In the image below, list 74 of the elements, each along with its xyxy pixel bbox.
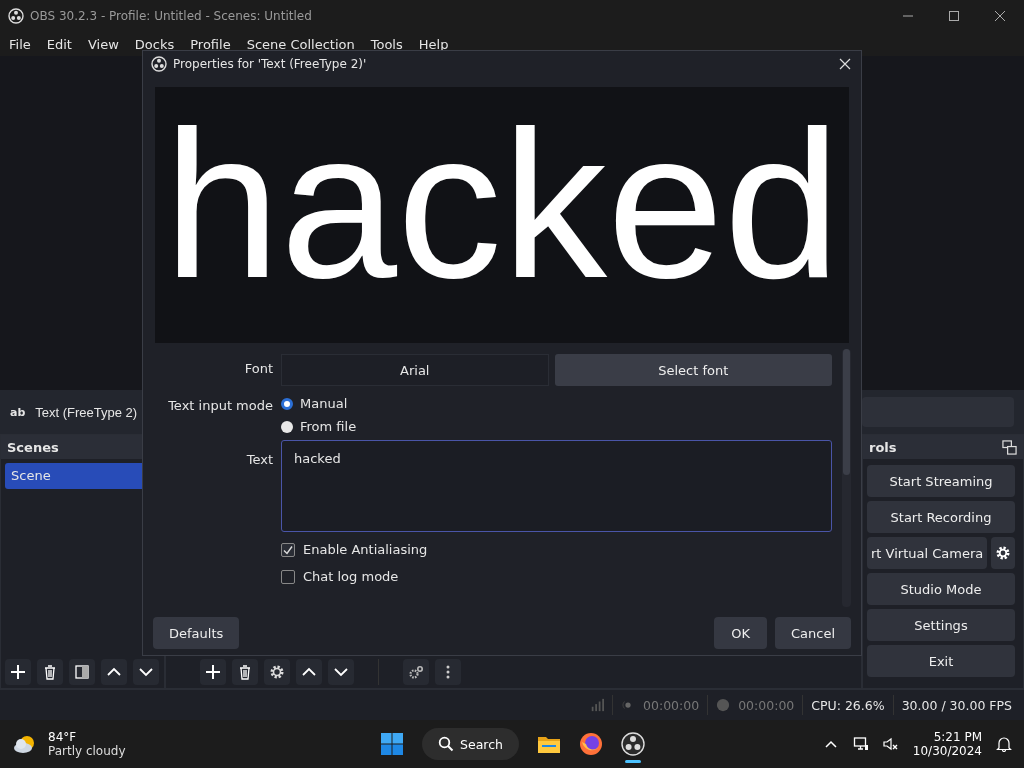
checkbox[interactable]	[281, 569, 295, 584]
radio-label[interactable]: Manual	[300, 396, 348, 411]
field-label: Font	[243, 360, 273, 378]
select-font-button[interactable]: Select font	[554, 354, 832, 386]
move-up-icon[interactable]	[101, 659, 127, 685]
clock-time[interactable]: 5:21 PM	[933, 730, 982, 744]
maximize-icon[interactable]	[948, 10, 960, 22]
checkbox-label[interactable]: Chat log mode	[303, 569, 399, 584]
cpu-usage: CPU: 26.6%	[811, 697, 885, 713]
trash-icon[interactable]	[37, 659, 63, 685]
dialog-title: Properties for 'Text (FreeType 2)'	[173, 57, 367, 71]
control-button[interactable]: Exit	[867, 645, 1015, 677]
search-button[interactable]: Search	[422, 728, 519, 760]
text-source-icon: ab	[10, 405, 26, 419]
menu-item[interactable]: File	[9, 37, 31, 53]
menu-item[interactable]: Scene Collection	[246, 37, 355, 53]
add-icon[interactable]	[5, 659, 31, 685]
menu-item[interactable]: Help	[418, 37, 449, 53]
control-button[interactable]: rt Virtual Camera	[867, 537, 988, 569]
signal-bars-icon	[590, 698, 605, 712]
source-name: Text (FreeType 2)	[35, 404, 138, 420]
menu-item[interactable]: Docks	[134, 37, 175, 53]
window-title: OBS 30.2.3 - Profile: Untitled - Scenes: Untitled	[30, 9, 312, 23]
search-icon[interactable]	[438, 736, 454, 752]
font-name-display: Arial	[281, 354, 549, 386]
record-time: 00:00:00	[738, 697, 795, 713]
notification-bell-icon[interactable]	[996, 736, 1012, 752]
cancel-button[interactable]: Cancel	[774, 617, 851, 649]
move-down-icon[interactable]	[133, 659, 159, 685]
gears-icon[interactable]	[403, 659, 429, 685]
control-button[interactable]: Studio Mode	[867, 573, 1015, 605]
checkbox-label[interactable]: Enable Antialiasing	[303, 542, 428, 557]
obs-logo-icon	[8, 8, 24, 24]
add-icon[interactable]	[200, 659, 226, 685]
fps-counter: 30.00 / 30.00 FPS	[901, 697, 1012, 713]
trash-icon[interactable]	[232, 659, 258, 685]
control-button[interactable]: Start Streaming	[867, 465, 1015, 497]
radio-button[interactable]	[281, 397, 293, 410]
gear-icon[interactable]	[264, 659, 290, 685]
temperature: 84°F	[48, 730, 78, 744]
stream-time: 00:00:00	[643, 697, 700, 713]
defaults-button[interactable]: Defaults	[153, 617, 240, 649]
menu-item[interactable]: View	[87, 37, 119, 53]
menu-item[interactable]: Profile	[190, 37, 231, 53]
more-options-icon[interactable]	[435, 659, 461, 685]
obs-logo-icon[interactable]	[620, 731, 645, 756]
menu-item[interactable]: Tools	[370, 37, 403, 53]
move-up-icon[interactable]	[296, 659, 322, 685]
preview-text: hacked	[163, 100, 841, 310]
monitor-icon[interactable]	[852, 736, 869, 752]
muted-speaker-icon[interactable]	[882, 736, 899, 752]
record-icon	[716, 698, 731, 712]
radio-button[interactable]	[281, 420, 293, 433]
filter-icon[interactable]	[69, 659, 95, 685]
dock-header: rols	[863, 435, 1023, 459]
control-button[interactable]: Start Recording	[867, 501, 1015, 533]
obs-logo-icon	[151, 56, 167, 72]
gear-icon[interactable]	[991, 537, 1016, 569]
menu-item[interactable]: Edit	[46, 37, 72, 53]
weather-description: Partly cloudy	[48, 744, 126, 758]
checkbox[interactable]	[281, 542, 295, 557]
undock-icon[interactable]	[1002, 439, 1017, 455]
clock-date[interactable]: 10/30/2024	[912, 744, 982, 758]
close-icon[interactable]	[994, 10, 1006, 22]
field-label: Text	[245, 451, 273, 469]
firefox-icon[interactable]	[578, 732, 603, 756]
control-button[interactable]: Settings	[867, 609, 1015, 641]
windows-start-icon[interactable]	[380, 732, 404, 756]
text-input-field[interactable]: hacked	[281, 440, 832, 532]
move-down-icon[interactable]	[328, 659, 354, 685]
ok-button[interactable]: OK	[714, 617, 767, 649]
radio-label[interactable]: From file	[300, 419, 357, 434]
field-label: Text input mode	[167, 397, 273, 415]
scrollbar[interactable]	[842, 349, 851, 607]
